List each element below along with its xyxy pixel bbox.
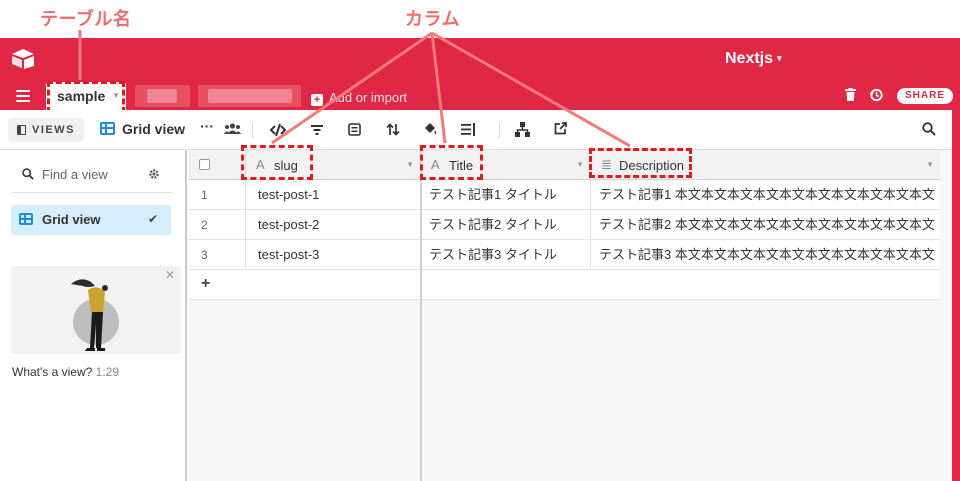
base-title-text: Nextjs <box>725 50 774 67</box>
cell-slug[interactable]: test-post-3 <box>246 240 421 270</box>
chevron-down-icon[interactable]: ▼ <box>576 160 584 169</box>
views-label: VIEWS <box>32 124 75 136</box>
chevron-down-icon[interactable]: ▼ <box>926 160 934 169</box>
annotation-box-description <box>589 148 692 178</box>
sidebar-item-label: Grid view <box>42 212 101 227</box>
share-external-icon[interactable] <box>554 122 567 135</box>
add-or-import-button[interactable]: + Add or import <box>311 90 407 106</box>
video-title: What's a view? <box>12 365 93 379</box>
frozen-column-divider[interactable] <box>420 150 422 481</box>
tutorial-illustration <box>71 279 119 351</box>
cell-title[interactable]: テスト記事1 タイトル <box>421 180 591 210</box>
share-view-people-icon[interactable] <box>224 123 241 135</box>
video-caption[interactable]: What's a view? 1:29 <box>12 365 119 379</box>
find-view-placeholder: Find a view <box>42 167 108 182</box>
cell-title[interactable]: テスト記事2 タイトル <box>421 210 591 240</box>
tutorial-video-card[interactable]: ✕ <box>11 266 181 354</box>
history-icon[interactable] <box>869 88 883 102</box>
hamburger-menu-icon[interactable] <box>16 90 30 102</box>
more-options-icon[interactable]: ··· <box>200 118 214 134</box>
search-icon <box>22 168 34 180</box>
views-toggle-button[interactable]: VIEWS <box>8 118 84 142</box>
toolbar-divider <box>499 122 500 138</box>
video-duration: 1:29 <box>95 365 120 379</box>
annotation-box-table <box>47 81 125 113</box>
find-view-input[interactable]: Find a view <box>22 167 108 182</box>
add-or-import-label: Add or import <box>329 90 408 105</box>
filter-icon[interactable] <box>311 124 323 136</box>
toolbar-divider <box>252 122 253 138</box>
annotation-box-slug <box>241 145 313 180</box>
add-record-row[interactable]: + <box>189 270 940 300</box>
sidebar-toggle-icon <box>17 125 26 135</box>
select-all-header[interactable] <box>189 150 246 180</box>
cell-description[interactable]: テスト記事2 本文本文本文本文本文本文本文本文本文本文 <box>591 210 940 240</box>
gear-icon[interactable] <box>148 168 160 180</box>
plus-icon: + <box>311 94 323 106</box>
color-paint-bucket-icon[interactable] <box>423 122 438 136</box>
table-tab-blurred[interactable] <box>198 85 301 107</box>
table-tab-blurred[interactable] <box>135 85 190 107</box>
select-all-checkbox[interactable] <box>199 159 210 170</box>
table-row[interactable]: 3 test-post-3 テスト記事3 タイトル テスト記事3 本文本文本文本… <box>189 240 940 270</box>
chevron-down-icon[interactable]: ▼ <box>406 160 414 169</box>
divider <box>12 192 172 193</box>
cell-description[interactable]: テスト記事3 本文本文本文本文本文本文本文本文本文本文 <box>591 240 940 270</box>
group-icon[interactable] <box>348 123 361 136</box>
cell-slug[interactable]: test-post-2 <box>246 210 421 240</box>
apps-hierarchy-icon[interactable] <box>515 122 530 137</box>
sidebar-item-grid-view[interactable]: Grid view ✔ <box>11 205 171 235</box>
table-row[interactable]: 2 test-post-2 テスト記事2 タイトル テスト記事2 本文本文本文本… <box>189 210 940 240</box>
views-sidebar: Find a view Grid view ✔ ✕ What's a view?… <box>0 150 187 481</box>
row-number: 3 <box>189 240 246 270</box>
annotation-table-name: テーブル名 <box>40 9 132 30</box>
checkmark-icon: ✔ <box>148 212 159 226</box>
grid-view-icon <box>19 213 33 225</box>
cell-description[interactable]: テスト記事1 本文本文本文本文本文本文本文本文本文本文 <box>591 180 940 210</box>
table-row[interactable]: 1 test-post-1 テスト記事1 タイトル テスト記事1 本文本文本文本… <box>189 180 940 210</box>
grid-view-icon <box>100 122 115 135</box>
trash-icon[interactable] <box>845 88 856 101</box>
chevron-down-icon: ▾ <box>777 53 782 63</box>
search-icon[interactable] <box>922 122 936 136</box>
airtable-logo-icon <box>12 49 34 69</box>
grid-area: A slug ▼ A Title ▼ ≣ Description ▼ 1 tes… <box>189 150 952 481</box>
base-title[interactable]: Nextjs ▾ <box>725 50 782 68</box>
cell-slug[interactable]: test-post-1 <box>246 180 421 210</box>
annotation-box-title <box>420 145 483 180</box>
annotation-column: カラム <box>405 9 460 30</box>
row-number: 1 <box>189 180 246 210</box>
close-icon[interactable]: ✕ <box>165 268 175 282</box>
current-view-name[interactable]: Grid view <box>122 121 185 137</box>
view-toolbar: VIEWS Grid view ··· <box>0 110 952 150</box>
share-button[interactable]: SHARE <box>897 88 953 104</box>
cell-title[interactable]: テスト記事3 タイトル <box>421 240 591 270</box>
row-number: 2 <box>189 210 246 240</box>
hide-fields-icon[interactable] <box>270 123 286 137</box>
window-edge <box>952 110 960 481</box>
sort-icon[interactable] <box>386 123 400 136</box>
add-record-icon[interactable]: + <box>201 275 210 293</box>
row-height-icon[interactable] <box>461 123 476 136</box>
